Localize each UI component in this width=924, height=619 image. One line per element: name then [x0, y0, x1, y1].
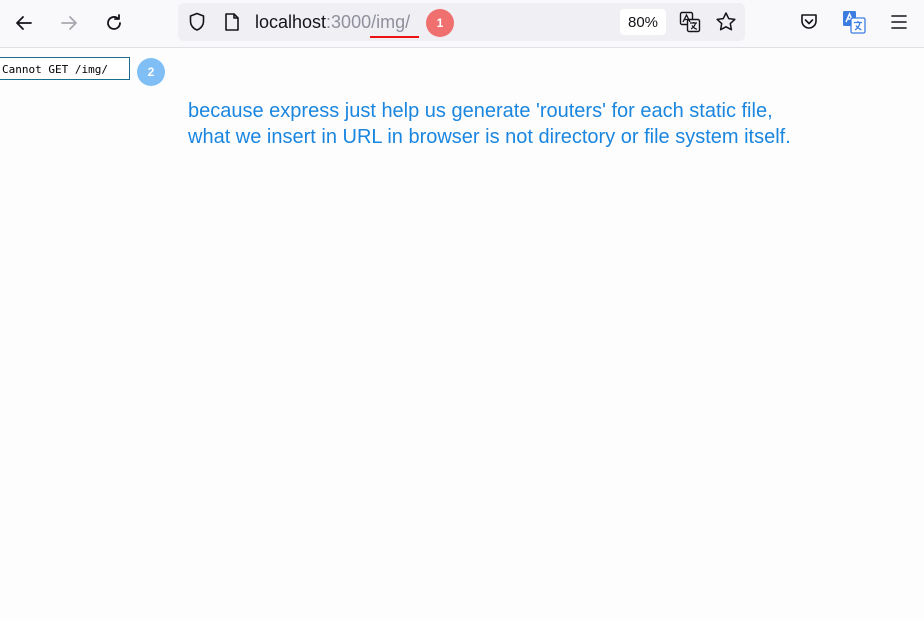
url-path-underline — [370, 36, 419, 38]
url-path: /img/ — [371, 12, 411, 32]
annotation-badge-1: 1 — [426, 9, 454, 37]
reload-button[interactable] — [99, 8, 129, 38]
bookmark-star-icon[interactable] — [714, 11, 738, 33]
browser-toolbar: localhost:3000/img/ 1 80% — [0, 0, 924, 48]
error-message: Cannot GET /img/ — [0, 57, 130, 80]
back-button[interactable] — [9, 8, 39, 38]
shield-icon[interactable] — [187, 12, 207, 32]
forward-button[interactable] — [54, 8, 84, 38]
back-arrow-icon — [16, 16, 32, 30]
forward-arrow-icon — [61, 16, 77, 30]
page-icon[interactable] — [222, 12, 242, 32]
annotation-badge-2: 2 — [137, 58, 165, 86]
url-text[interactable]: localhost:3000/img/ — [255, 12, 410, 33]
url-host: localhost — [255, 12, 327, 32]
annotation-note: because express just help us generate 'r… — [188, 98, 791, 150]
translate-icon[interactable] — [678, 11, 702, 33]
zoom-indicator[interactable]: 80% — [620, 9, 666, 35]
url-bar[interactable]: localhost:3000/img/ 1 80% — [178, 3, 745, 41]
translate-extension-icon[interactable] — [841, 10, 867, 34]
reload-icon — [107, 14, 121, 30]
pocket-icon[interactable] — [797, 11, 821, 33]
url-port: :3000 — [326, 12, 372, 32]
annotation-note-line-1: because express just help us generate 'r… — [188, 100, 773, 122]
annotation-note-line-2: what we insert in URL in browser is not … — [188, 126, 791, 148]
hamburger-menu-icon[interactable] — [887, 11, 911, 33]
